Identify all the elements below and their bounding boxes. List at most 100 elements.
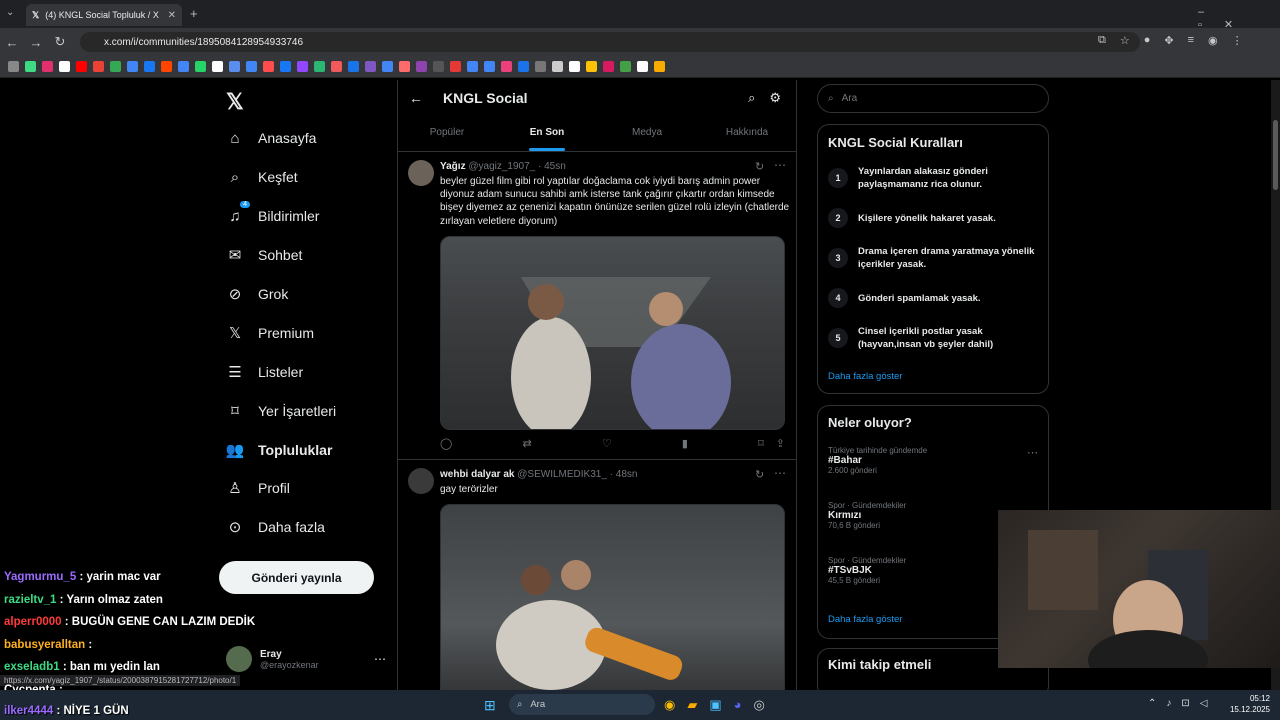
rule-item[interactable]: 1 Yayınlardan alakasız gönderi paylaşmam…: [828, 165, 1038, 191]
extension-icon[interactable]: ●: [1144, 34, 1151, 47]
grok-explain-icon[interactable]: ↻: [755, 468, 764, 481]
chrome-icon[interactable]: ◉: [664, 697, 675, 713]
nav-item-more[interactable]: ⊙ Daha fazla: [226, 518, 325, 536]
bookmark-icon[interactable]: [603, 61, 614, 72]
bookmark-icon[interactable]: [620, 61, 631, 72]
bookmark-icon[interactable]: [382, 61, 393, 72]
tab-latest[interactable]: En Son: [497, 116, 597, 151]
account-switcher[interactable]: Eray @erayozkenar ⋯: [226, 643, 386, 675]
star-icon[interactable]: ☆: [1120, 34, 1130, 47]
avatar[interactable]: [408, 160, 434, 186]
bookmark-icon[interactable]: [484, 61, 495, 72]
settings-gear-icon[interactable]: ⚙: [769, 90, 781, 106]
bookmark-icon[interactable]: [535, 61, 546, 72]
obs-icon[interactable]: ◎: [754, 697, 765, 713]
repost-icon[interactable]: ⇄: [522, 437, 531, 450]
post-author-name[interactable]: wehbi dalyar ak: [440, 469, 514, 480]
bookmark-icon[interactable]: [93, 61, 104, 72]
puzzle-icon[interactable]: ✥: [1164, 34, 1173, 47]
photos-icon[interactable]: ▣: [709, 697, 721, 713]
post-handle[interactable]: @yagiz_1907_: [468, 161, 535, 172]
bookmark-icon[interactable]: [314, 61, 325, 72]
bookmark-icon[interactable]: [467, 61, 478, 72]
address-bar[interactable]: x.com/i/communities/1895084128954933746: [80, 32, 1140, 52]
chevron-up-icon[interactable]: ⌃: [1148, 698, 1156, 709]
bookmark-icon[interactable]: [127, 61, 138, 72]
show-more-link[interactable]: Daha fazla göster: [828, 614, 902, 625]
nav-item-premium[interactable]: 𝕏 Premium: [226, 324, 314, 342]
bookmark-icon[interactable]: [450, 61, 461, 72]
rule-item[interactable]: 5 Cinsel içerikli postlar yasak (hayvan,…: [828, 325, 1038, 351]
trend-item[interactable]: Türkiye tarihinde gündemde #Bahar 2.600 …: [828, 446, 1038, 475]
nav-item-notifications[interactable]: ♫ 4 Bildirimler: [226, 201, 319, 225]
system-tray[interactable]: ⌃ ♪ ⊡ ◁: [1148, 698, 1207, 709]
rule-item[interactable]: 2 Kişilere yönelik hakaret yasak.: [828, 208, 1038, 228]
bookmark-icon[interactable]: [280, 61, 291, 72]
scrollbar-thumb[interactable]: [1273, 120, 1278, 190]
back-arrow-icon[interactable]: ←: [409, 90, 423, 106]
nav-item-lists[interactable]: ☰ Listeler: [226, 363, 303, 381]
volume-icon[interactable]: ◁: [1200, 698, 1208, 709]
post-image[interactable]: [440, 504, 785, 690]
reload-icon[interactable]: ↻: [48, 34, 72, 50]
nav-item-bookmarks[interactable]: ⌑ Yer İşaretleri: [226, 402, 336, 420]
reply-icon[interactable]: ◯: [440, 437, 452, 450]
rule-item[interactable]: 3 Drama içeren drama yaratmaya yönelik i…: [828, 245, 1038, 271]
profile-avatar-icon[interactable]: ◉: [1208, 34, 1218, 47]
taskbar-search[interactable]: ⌕ Ara: [509, 694, 655, 715]
apps-icon[interactable]: [8, 61, 19, 72]
bookmark-icon[interactable]: [178, 61, 189, 72]
bookmark-icon[interactable]: [586, 61, 597, 72]
tab-media[interactable]: Medya: [597, 116, 697, 151]
bookmark-icon[interactable]: [144, 61, 155, 72]
post-button[interactable]: Gönderi yayınla: [219, 561, 374, 594]
search-icon[interactable]: ⌕: [748, 90, 755, 106]
more-options-icon[interactable]: ⋯: [774, 158, 786, 172]
bookmark-icon[interactable]: [297, 61, 308, 72]
install-icon[interactable]: ⧉: [1098, 34, 1106, 47]
bookmark-icon[interactable]: [246, 61, 257, 72]
bookmark-icon[interactable]: [569, 61, 580, 72]
bookmark-icon[interactable]: [399, 61, 410, 72]
bookmark-icon[interactable]: [110, 61, 121, 72]
menu-icon[interactable]: ⋮: [1232, 34, 1243, 47]
share-icon[interactable]: ⇪: [776, 437, 785, 450]
bookmark-icon[interactable]: [501, 61, 512, 72]
bookmark-icon[interactable]: [552, 61, 563, 72]
toolbar-icons[interactable]: ⧉ ☆ ● ✥ ≡ ◉ ⋮: [1098, 34, 1243, 47]
new-tab-icon[interactable]: +: [190, 6, 198, 21]
bookmark-icon[interactable]: [25, 61, 36, 72]
bookmark-icon[interactable]: ⌑: [758, 437, 764, 450]
bookmark-icon[interactable]: [195, 61, 206, 72]
bookmark-icon[interactable]: [229, 61, 240, 72]
folder-icon[interactable]: [654, 61, 665, 72]
bookmark-icon[interactable]: [416, 61, 427, 72]
bookmark-icon[interactable]: [637, 61, 648, 72]
post-author-name[interactable]: Yağız: [440, 161, 466, 172]
post-handle[interactable]: @SEWILMEDIK31_: [517, 469, 607, 480]
views-icon[interactable]: ▮: [682, 437, 688, 450]
close-tab-icon[interactable]: ✕: [168, 10, 176, 21]
microphone-icon[interactable]: ♪: [1166, 698, 1171, 709]
bookmark-icon[interactable]: [433, 61, 444, 72]
nav-item-messages[interactable]: ✉ Sohbet: [226, 246, 303, 264]
bookmark-icon[interactable]: [161, 61, 172, 72]
avatar[interactable]: [408, 468, 434, 494]
bookmark-icon[interactable]: [263, 61, 274, 72]
post-time[interactable]: · 48sn: [610, 469, 638, 480]
tab-popular[interactable]: Popüler: [397, 116, 497, 151]
bookmark-icon[interactable]: [212, 61, 223, 72]
bookmark-icon[interactable]: [348, 61, 359, 72]
search-input[interactable]: ⌕ Ara: [817, 84, 1049, 113]
bookmark-icon[interactable]: [365, 61, 376, 72]
rule-item[interactable]: 4 Gönderi spamlamak yasak.: [828, 288, 1038, 308]
show-more-link[interactable]: Daha fazla göster: [828, 371, 902, 382]
bookmark-icon[interactable]: [42, 61, 53, 72]
bookmark-icon[interactable]: [59, 61, 70, 72]
forward-icon[interactable]: →: [24, 35, 48, 50]
more-options-icon[interactable]: ⋯: [1027, 446, 1038, 459]
windows-start-icon[interactable]: ⊞: [484, 697, 496, 714]
post[interactable]: Yağız @yagiz_1907_ · 45sn ↻ ⋯ beyler güz…: [397, 152, 797, 460]
file-explorer-icon[interactable]: ▰: [687, 697, 697, 713]
bookmark-icon[interactable]: [518, 61, 529, 72]
